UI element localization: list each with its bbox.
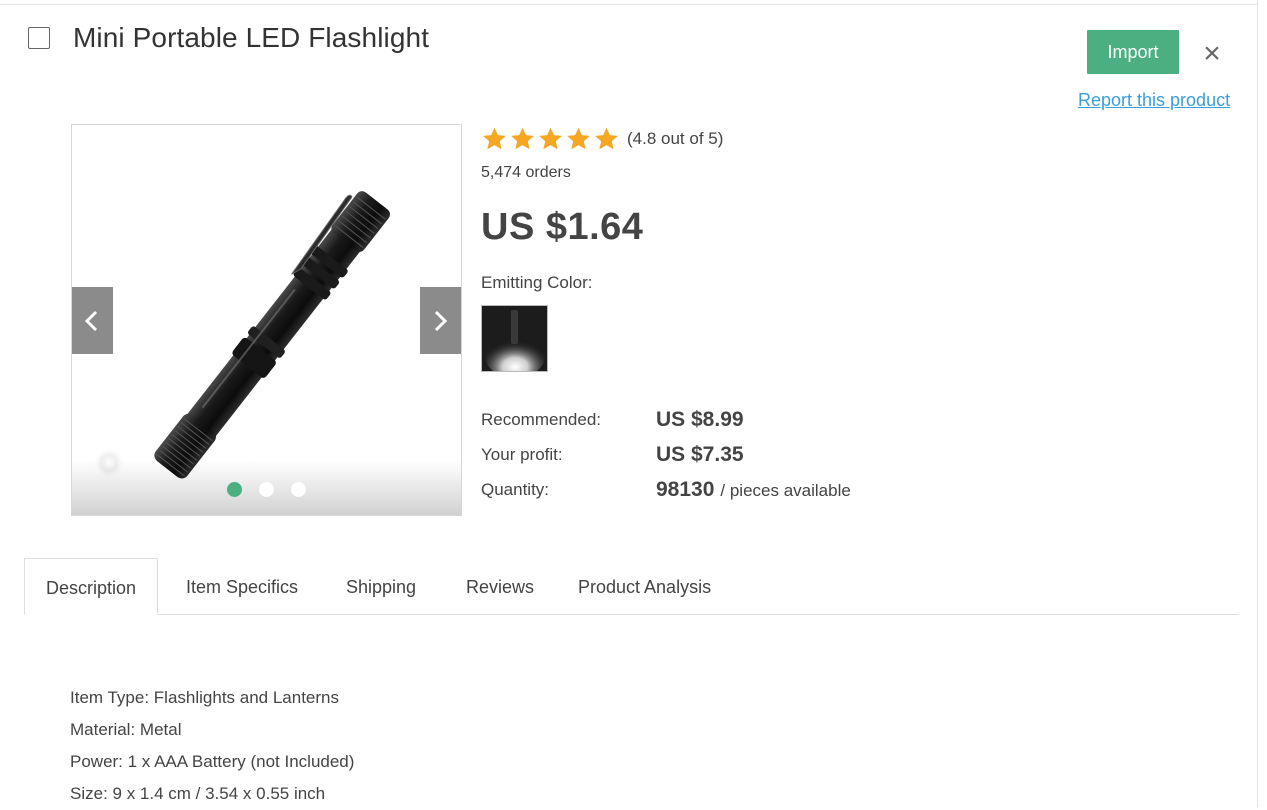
recommended-label: Recommended:: [481, 410, 602, 429]
quantity-value-row: 98130 / pieces available: [656, 478, 851, 502]
close-icon[interactable]: ×: [1199, 39, 1225, 69]
gallery-dot[interactable]: [259, 482, 274, 497]
rating-text: (4.8 out of 5): [627, 129, 724, 148]
chevron-left-icon: [84, 310, 98, 332]
tab-item-specifics[interactable]: Item Specifics: [186, 558, 298, 614]
description-line: Size: 9 x 1.4 cm / 3.54 x 0.55 inch: [70, 784, 326, 803]
product-tabs: Description Item Specifics Shipping Revi…: [24, 558, 1239, 615]
quantity-suffix: / pieces available: [720, 481, 851, 500]
description-line: Item Type: Flashlights and Lanterns: [70, 688, 340, 707]
rating-stars: [481, 126, 620, 152]
gallery-next-button[interactable]: [420, 287, 461, 354]
tab-product-analysis[interactable]: Product Analysis: [578, 558, 711, 614]
product-title: Mini Portable LED Flashlight: [73, 22, 430, 53]
tab-description[interactable]: Description: [24, 558, 159, 615]
product-price: US $1.64: [481, 206, 644, 248]
star-icon: [511, 127, 534, 150]
star-icon: [483, 127, 506, 150]
star-icon: [539, 127, 562, 150]
star-icon: [595, 127, 618, 150]
tab-shipping[interactable]: Shipping: [346, 558, 416, 614]
gallery-dots: [227, 482, 306, 497]
description-content: Item Type: Flashlights and Lanterns Mate…: [70, 682, 354, 810]
select-product-checkbox[interactable]: [28, 27, 50, 49]
orders-count: 5,474 orders: [481, 164, 571, 181]
import-button[interactable]: Import: [1087, 30, 1179, 74]
variant-label: Emitting Color:: [481, 273, 593, 292]
recommended-value: US $8.99: [656, 408, 744, 431]
variant-option-thumbnail[interactable]: [481, 305, 548, 372]
chevron-right-icon: [434, 310, 448, 332]
top-border: [0, 4, 1258, 5]
gallery-prev-button[interactable]: [72, 287, 113, 354]
gallery-dot[interactable]: [227, 482, 242, 497]
right-border: [1257, 0, 1258, 807]
variant-image: [482, 306, 547, 371]
profit-value: US $7.35: [656, 443, 744, 466]
flashlight-image: [93, 191, 391, 479]
quantity-value: 98130: [656, 478, 715, 501]
quantity-label: Quantity:: [481, 480, 550, 499]
report-product-link[interactable]: Report this product: [1078, 90, 1230, 111]
description-line: Power: 1 x AAA Battery (not Included): [70, 752, 355, 771]
gallery-dot[interactable]: [291, 482, 306, 497]
product-image-gallery: [71, 124, 462, 516]
tab-reviews[interactable]: Reviews: [466, 558, 534, 614]
description-line: Material: Metal: [70, 720, 182, 739]
profit-label: Your profit:: [481, 445, 563, 464]
star-icon: [567, 127, 590, 150]
